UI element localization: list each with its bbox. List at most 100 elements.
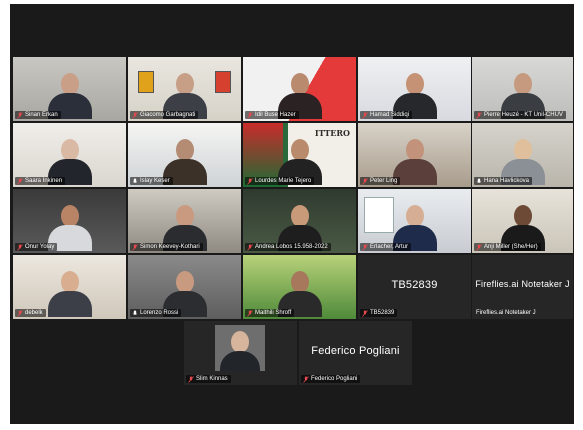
participant-name: Andrea Lobos 15.958-2022: [255, 244, 328, 250]
video-tile[interactable]: Andrea Lobos 15.958-2022: [243, 189, 356, 253]
participant-silhouette: [277, 139, 322, 185]
participant-name-label: TB52839: [360, 309, 398, 317]
participant-name-label: Islay Keser: [130, 177, 173, 185]
participant-silhouette: [47, 271, 92, 317]
participant-name-label: Hamad Siddiqi: [360, 111, 413, 119]
video-tile[interactable]: Pierre Heuzé - KT Unil-CHUV: [472, 57, 573, 121]
participant-silhouette: [392, 205, 437, 251]
participant-silhouette: [162, 139, 207, 185]
video-tile-camera-off[interactable]: Fireflies.ai Notetaker J Fireflies.ai No…: [472, 255, 573, 319]
mic-muted-icon: [247, 309, 253, 317]
participant-silhouette: [162, 271, 207, 317]
participant-name: Fireflies.ai Notetaker J: [476, 310, 536, 316]
participant-name: Hamad Siddiqi: [370, 112, 410, 118]
participant-name-label: Maithili Shroff: [245, 309, 295, 317]
video-tile[interactable]: Idil Buse Hazer: [243, 57, 356, 121]
video-tile[interactable]: Peter Ling: [358, 123, 471, 187]
participant-display-name: TB52839: [391, 279, 438, 291]
participant-name-label: Fireflies.ai Notetaker J: [474, 309, 539, 317]
participant-silhouette: [162, 205, 207, 251]
video-tile[interactable]: Lorenzo Rossi: [128, 255, 241, 319]
wall-poster: [215, 71, 231, 93]
avatar: [215, 325, 265, 371]
mic-muted-icon: [188, 375, 194, 383]
mic-muted-icon: [17, 177, 23, 185]
participant-silhouette: [162, 73, 207, 119]
whiteboard: [364, 197, 394, 233]
mic-muted-icon: [476, 111, 482, 119]
participant-name-label: Saara Inkinen: [15, 177, 66, 185]
wall-poster: [138, 71, 154, 93]
video-tile[interactable]: Onur Yolay: [13, 189, 126, 253]
participant-name: Saara Inkinen: [25, 178, 63, 184]
video-tile[interactable]: debelk: [13, 255, 126, 319]
video-tile[interactable]: Saara Inkinen: [13, 123, 126, 187]
participant-name-label: Lorenzo Rossi: [130, 309, 182, 317]
participant-silhouette: [277, 205, 322, 251]
participant-name-label: Erlacher, Artur: [360, 243, 412, 251]
participant-name: Lorenzo Rossi: [140, 310, 179, 316]
participant-name-label: Hana Havlickova: [474, 177, 533, 185]
participant-silhouette: [47, 73, 92, 119]
participant-silhouette: [500, 205, 545, 251]
participant-name: Federico Pogliani: [311, 376, 358, 382]
participant-name: Lourdes Marie Tejero: [255, 178, 312, 184]
participant-name-label: Anji Miller (She/Her): [474, 243, 541, 251]
mic-on-icon: [132, 310, 138, 315]
participant-name: TB52839: [370, 310, 395, 316]
video-tile-active-speaker[interactable]: Giacomo Garbagnati: [128, 57, 241, 121]
mic-muted-icon: [362, 309, 368, 317]
video-tile[interactable]: Erlacher, Artur: [358, 189, 471, 253]
mic-muted-icon: [247, 177, 253, 185]
video-tile[interactable]: Maithili Shroff: [243, 255, 356, 319]
participant-name: Sinan Erkan: [25, 112, 58, 118]
participant-name-label: Pierre Heuzé - KT Unil-CHUV: [474, 111, 566, 119]
participant-silhouette: [500, 139, 545, 185]
mic-muted-icon: [476, 243, 482, 251]
participant-display-name: Federico Pogliani: [311, 345, 400, 357]
mic-on-icon: [476, 178, 482, 183]
participant-name-label: Federico Pogliani: [301, 375, 361, 383]
video-tile[interactable]: Simon Keevey-Kothari: [128, 189, 241, 253]
video-tile-profile-picture[interactable]: Slim Kinnas: [184, 321, 297, 385]
participant-silhouette: [500, 73, 545, 119]
participant-silhouette: [47, 139, 92, 185]
gallery-view: Sinan Erkan Giacomo Garbagnati Idil Buse…: [10, 4, 574, 424]
participant-name-label: Onur Yolay: [15, 243, 58, 251]
participant-silhouette: [277, 271, 322, 317]
participant-name-label: Idil Buse Hazer: [245, 111, 299, 119]
video-tile-camera-off[interactable]: Federico Pogliani Federico Pogliani: [299, 321, 412, 385]
participant-name: Idil Buse Hazer: [255, 112, 296, 118]
participant-name-label: Peter Ling: [360, 177, 401, 185]
mic-muted-icon: [247, 243, 253, 251]
participant-name-label: debelk: [15, 309, 46, 317]
participant-name-label: Simon Keevey-Kothari: [130, 243, 203, 251]
video-tile[interactable]: Islay Keser: [128, 123, 241, 187]
participant-silhouette: [392, 139, 437, 185]
background-logo: ITTERO: [314, 128, 350, 138]
participant-name: Erlacher, Artur: [370, 244, 409, 250]
participant-name: debelk: [25, 310, 43, 316]
participant-name-label: Giacomo Garbagnati: [130, 111, 199, 119]
video-tile[interactable]: Hana Havlickova: [472, 123, 573, 187]
mic-muted-icon: [17, 111, 23, 119]
mic-muted-icon: [362, 177, 368, 185]
participant-name-label: Sinan Erkan: [15, 111, 61, 119]
participant-name: Hana Havlickova: [484, 178, 530, 184]
participant-name: Slim Kinnas: [196, 376, 228, 382]
video-tile[interactable]: Sinan Erkan: [13, 57, 126, 121]
participant-name: Maithili Shroff: [255, 310, 292, 316]
participant-name: Simon Keevey-Kothari: [140, 244, 200, 250]
mic-muted-icon: [17, 309, 23, 317]
participant-name: Pierre Heuzé - KT Unil-CHUV: [484, 112, 563, 118]
mic-muted-icon: [362, 111, 368, 119]
video-tile[interactable]: Hamad Siddiqi: [358, 57, 471, 121]
participant-name: Peter Ling: [370, 178, 398, 184]
participant-name: Onur Yolay: [25, 244, 55, 250]
participant-display-name: Fireflies.ai Notetaker J: [475, 279, 570, 289]
mic-muted-icon: [17, 243, 23, 251]
video-tile-camera-off[interactable]: TB52839 TB52839: [358, 255, 471, 319]
video-tile[interactable]: ITTERO Lourdes Marie Tejero: [243, 123, 356, 187]
video-tile[interactable]: Anji Miller (She/Her): [472, 189, 573, 253]
mic-muted-icon: [303, 375, 309, 383]
